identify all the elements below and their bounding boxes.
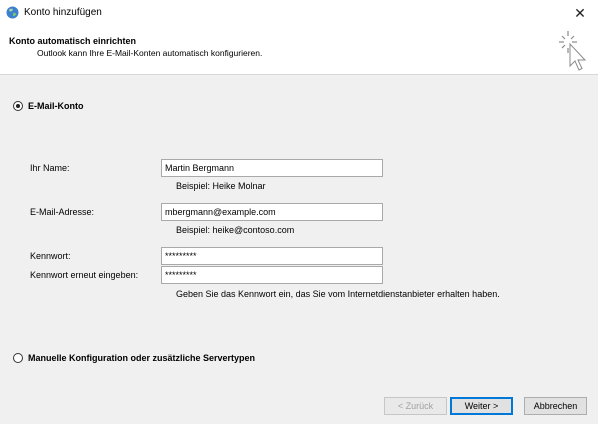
email-hint: Beispiel: heike@contoso.com	[176, 225, 295, 235]
outlook-globe-icon	[6, 6, 19, 19]
title-bar: Konto hinzufügen ✕	[0, 0, 598, 28]
close-button[interactable]: ✕	[568, 2, 592, 24]
window-title: Konto hinzufügen	[24, 7, 102, 18]
next-button[interactable]: Weiter >	[450, 397, 513, 415]
password-confirm-label: Kennwort erneut eingeben:	[30, 270, 139, 280]
manual-config-label[interactable]: Manuelle Konfiguration oder zusätzliche …	[28, 353, 255, 363]
name-label: Ihr Name:	[30, 163, 70, 173]
header-subtitle: Outlook kann Ihre E-Mail-Konten automati…	[37, 48, 263, 58]
name-hint: Beispiel: Heike Molnar	[176, 181, 266, 191]
header-title: Konto automatisch einrichten	[9, 36, 137, 46]
wizard-header: Konto automatisch einrichten Outlook kan…	[0, 28, 598, 75]
password-confirm-input[interactable]	[161, 266, 383, 284]
email-label: E-Mail-Adresse:	[30, 207, 95, 217]
email-account-radio[interactable]	[13, 101, 23, 111]
password-input[interactable]	[161, 247, 383, 265]
email-account-label[interactable]: E-Mail-Konto	[28, 101, 84, 111]
email-input[interactable]	[161, 203, 383, 221]
cancel-button[interactable]: Abbrechen	[524, 397, 587, 415]
manual-config-radio[interactable]	[13, 353, 23, 363]
password-hint: Geben Sie das Kennwort ein, das Sie vom …	[176, 289, 500, 299]
name-input[interactable]	[161, 159, 383, 177]
password-label: Kennwort:	[30, 251, 71, 261]
magic-wand-cursor-icon	[559, 31, 587, 71]
back-button[interactable]: < Zurück	[384, 397, 447, 415]
